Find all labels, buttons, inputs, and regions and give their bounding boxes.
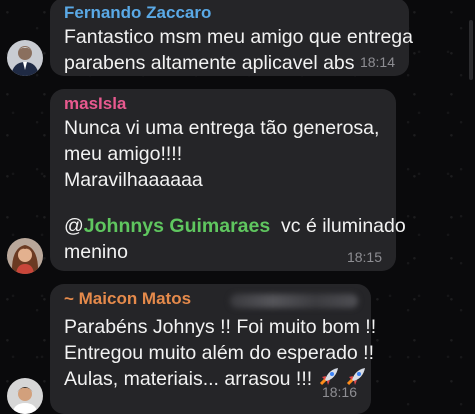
message-bubble[interactable]: ~ Maicon Matos Parabéns Johnys !! Foi mu… <box>50 284 377 414</box>
avatar[interactable] <box>7 40 43 76</box>
mention-link[interactable]: Johnnys Guimaraes <box>84 215 270 237</box>
message-time: 18:15 <box>346 249 382 265</box>
message-bubble[interactable]: Fernando Zaccaro Fantastico msm meu amig… <box>50 0 414 76</box>
message-line: Maravilhaaaaaa <box>64 169 203 191</box>
sender-name[interactable]: masIsla <box>64 93 383 115</box>
message-line: Aulas, materiais... arrasou !!! <box>64 366 366 392</box>
message-time: 18:16 <box>321 384 357 400</box>
message-text: vc é iluminado <box>281 215 406 237</box>
message-line: Nunca vi uma entrega tão generosa, <box>64 117 380 139</box>
message-text: Aulas, materiais... arrasou !!! <box>64 368 313 390</box>
message-bubble[interactable]: masIsla Nunca vi uma entrega tão generos… <box>50 89 406 271</box>
scrollbar[interactable] <box>469 20 473 80</box>
message-line: Fantastico msm meu amigo que entrega <box>64 26 414 48</box>
message-line: Entregou muito além do esperado !! <box>64 342 375 364</box>
blurred-phone-number <box>230 294 358 308</box>
message-line: menino <box>64 241 128 263</box>
avatar[interactable] <box>7 378 43 414</box>
mention-prefix: @ <box>64 215 84 237</box>
avatar[interactable] <box>7 238 43 274</box>
message-line: Parabéns Johnys !! Foi muito bom !! <box>64 316 377 338</box>
sender-name[interactable]: Fernando Zaccaro <box>64 2 396 24</box>
message-line: @Johnnys Guimaraes vc é iluminado <box>64 213 406 239</box>
message-line: meu amigo!!!! <box>64 143 183 165</box>
message-time: 18:14 <box>359 54 395 70</box>
message-line: parabens altamente aplicavel abs <box>64 52 355 74</box>
